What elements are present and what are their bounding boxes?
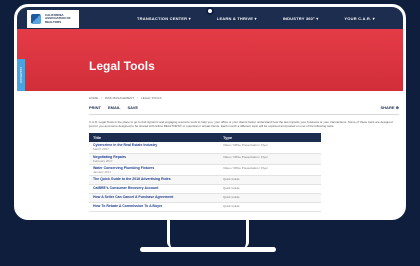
website: CALIFORNIA ASSOCIATION OF REALTORS TRANS… xyxy=(17,7,403,217)
breadcrumb-separator: / xyxy=(101,96,102,100)
breadcrumb-legal-tools: LEGAL TOOLS xyxy=(141,96,162,100)
table-body: Cybercrime in the Real Estate Industry Ma… xyxy=(89,142,321,212)
email-link[interactable]: EMAIL xyxy=(108,105,120,110)
breadcrumb-home[interactable]: HOME xyxy=(89,96,98,100)
row-title-cell: Cybercrime in the Real Estate Industry Ma… xyxy=(89,142,219,154)
table-row: Cybercrime in the Real Estate Industry Ma… xyxy=(89,142,321,154)
row-title-cell: Negotiating Repairs February 2017 xyxy=(89,153,219,165)
nav-item[interactable]: LEARN & THRIVE ▾ xyxy=(217,16,257,21)
monitor-stand xyxy=(167,220,249,248)
table-row: How To Rebate A Commission To A Buyer Qui… xyxy=(89,202,321,212)
row-date: February 2017 xyxy=(93,158,113,163)
share-label: SHARE xyxy=(380,105,395,110)
table-row: CalBRE's Consumer Recovery Account Quick … xyxy=(89,184,321,194)
logo[interactable]: CALIFORNIA ASSOCIATION OF REALTORS xyxy=(27,10,79,28)
nav-item[interactable]: YOUR C.A.R. ▾ xyxy=(344,16,374,21)
row-title-link[interactable]: How A Seller Can Cancel A Purchase Agree… xyxy=(93,195,173,199)
feedback-tab[interactable]: FEEDBACK xyxy=(17,59,25,91)
share-icon: ⊕ xyxy=(395,105,399,110)
legal-tools-table: Title Type Cybercrime in the Real Estate… xyxy=(89,133,321,212)
row-date: March 2017 xyxy=(93,147,109,151)
column-header-type[interactable]: Type xyxy=(219,133,321,142)
row-type-cell: Quick Guide xyxy=(219,202,321,212)
main-content: HOME / RISK MANAGEMENT / LEGAL TOOLS PRI… xyxy=(17,91,403,212)
divider xyxy=(89,114,399,115)
table-header-row: Title Type xyxy=(89,133,321,142)
row-title-cell: Water Conserving Plumbing Fixtures Januar… xyxy=(89,164,219,176)
column-header-title[interactable]: Title xyxy=(89,133,219,142)
row-title-link[interactable]: Water Conserving Plumbing Fixtures xyxy=(93,166,154,170)
nav-menu: TRANSACTION CENTER ▾ LEARN & THRIVE ▾ INDU… xyxy=(137,16,375,21)
breadcrumb: HOME / RISK MANAGEMENT / LEGAL TOOLS xyxy=(89,96,403,100)
breadcrumb-risk-management[interactable]: RISK MANAGEMENT xyxy=(105,96,134,100)
table-row: Negotiating Repairs February 2017 Video / … xyxy=(89,153,321,165)
row-type-cell: Video / Office Presentation / Flyer xyxy=(219,164,321,176)
row-type-cell: Quick Guide xyxy=(219,184,321,194)
row-type-cell: Quick Guide xyxy=(219,175,321,185)
logo-text: CALIFORNIA ASSOCIATION OF REALTORS xyxy=(45,12,71,24)
row-type-cell: Quick Guide xyxy=(219,193,321,203)
row-title-link[interactable]: The Quick Guide to the 2016 Advertising … xyxy=(93,177,171,181)
share-button[interactable]: SHARE ⊕ xyxy=(381,105,400,110)
intro-text: C.A.R. Legal Tools is the place to go to… xyxy=(89,120,393,128)
hero-banner: Legal Tools xyxy=(17,29,403,91)
row-title-cell: CalBRE's Consumer Recovery Account xyxy=(89,184,219,194)
row-title-cell: The Quick Guide to the 2016 Advertising … xyxy=(89,175,219,185)
row-title-link[interactable]: Negotiating Repairs xyxy=(93,155,126,159)
row-title-cell: How To Rebate A Commission To A Buyer xyxy=(89,202,219,212)
table-row: How A Seller Can Cancel A Purchase Agree… xyxy=(89,193,321,203)
row-date: January 2017 xyxy=(93,169,112,174)
nav-item[interactable]: INDUSTRY 360° ▾ xyxy=(283,16,319,21)
breadcrumb-separator: / xyxy=(137,96,139,100)
logo-mark-icon xyxy=(31,14,41,24)
monitor-base xyxy=(140,247,276,252)
row-type-cell: Video / Office Presentation / Flyer xyxy=(219,142,321,154)
save-link[interactable]: SAVE xyxy=(127,105,138,110)
row-title-link[interactable]: How To Rebate A Commission To A Buyer xyxy=(93,204,162,208)
table-row: Water Conserving Plumbing Fixtures Januar… xyxy=(89,164,321,176)
row-title-link[interactable]: CalBRE's Consumer Recovery Account xyxy=(93,186,158,190)
monitor-frame: CALIFORNIA ASSOCIATION OF REALTORS TRANS… xyxy=(14,4,406,220)
camera-icon xyxy=(206,7,214,15)
print-link[interactable]: PRINT xyxy=(89,105,101,110)
row-type-cell: Video / Office Presentation / Flyer xyxy=(219,153,321,165)
table-row: The Quick Guide to the 2016 Advertising … xyxy=(89,175,321,185)
row-title-cell: How A Seller Can Cancel A Purchase Agree… xyxy=(89,193,219,203)
page-title: Legal Tools xyxy=(89,59,155,73)
page-actions: PRINT EMAIL SAVE SHARE ⊕ xyxy=(89,105,403,110)
nav-item[interactable]: TRANSACTION CENTER ▾ xyxy=(137,16,191,21)
